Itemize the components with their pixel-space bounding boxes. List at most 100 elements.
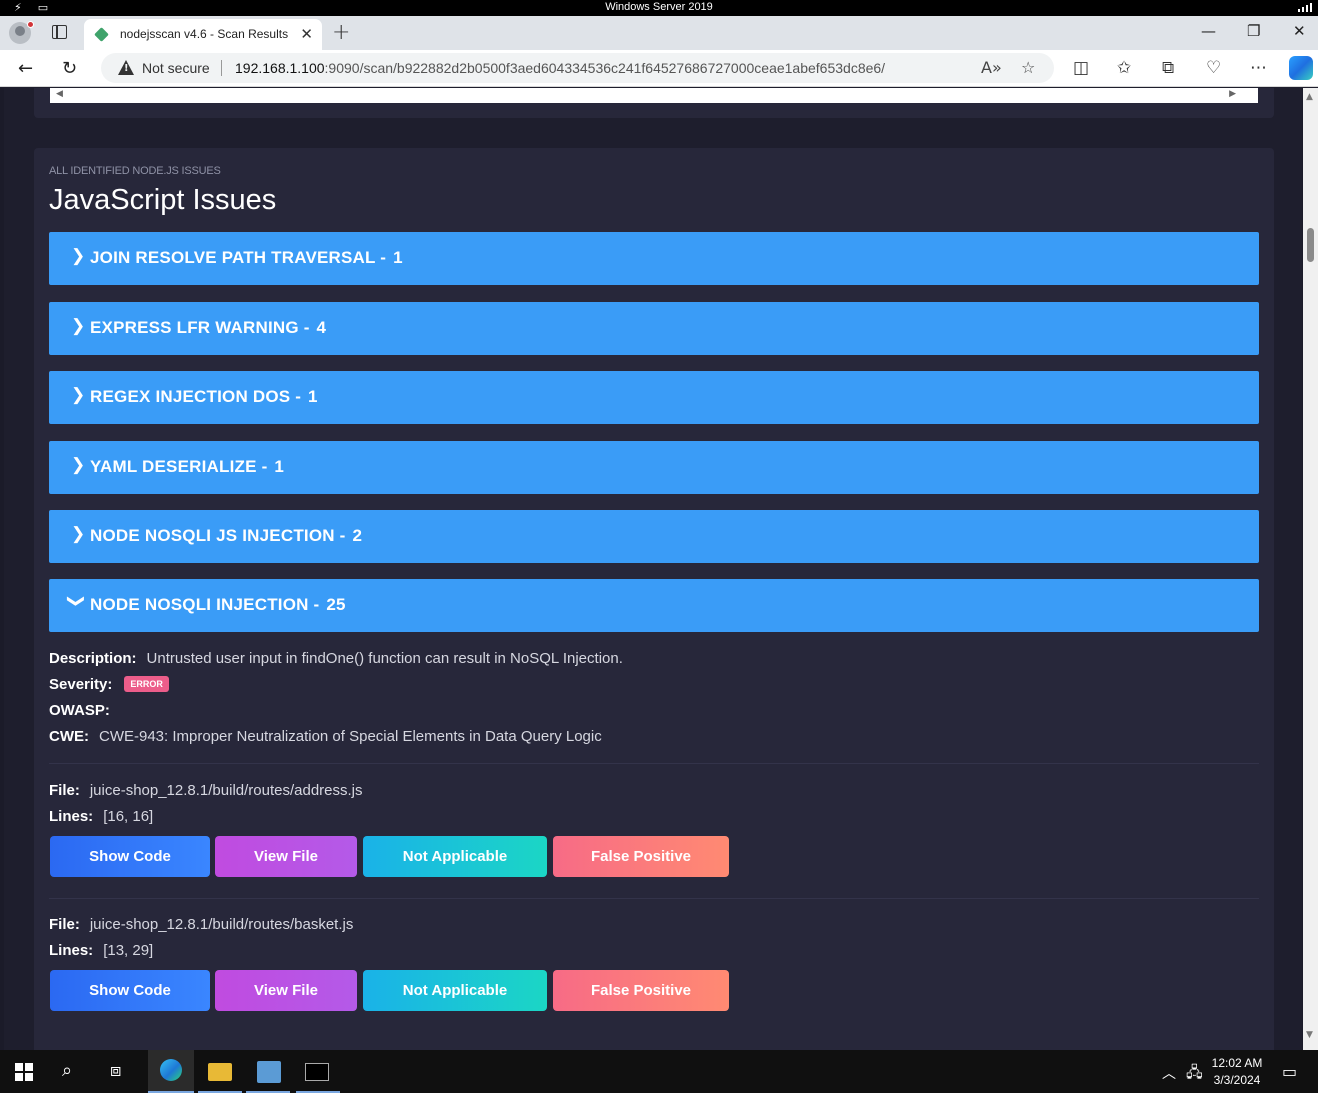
url-path: :9090/scan/b922882d2b0500f3aed604334536c… <box>324 60 886 76</box>
issue-count: 4 <box>316 318 327 337</box>
tab-title: nodejsscan v4.6 - Scan Results <box>120 27 289 41</box>
file-lines-row: Lines: [13, 29] <box>49 942 153 959</box>
rdp-title: Windows Server 2019 <box>605 1 713 13</box>
issue-count: 1 <box>393 248 403 267</box>
divider <box>49 898 1259 899</box>
file-path-row: File: juice-shop_12.8.1/build/routes/bask… <box>49 916 353 933</box>
file-lines-row: Lines: [16, 16] <box>49 808 153 825</box>
show-hidden-icons-icon[interactable]: ︿ <box>1162 1063 1176 1083</box>
split-screen-icon[interactable]: ◫ <box>1073 58 1089 78</box>
search-icon[interactable]: ⌕ <box>62 1060 72 1081</box>
chevron-right-icon: ❯ <box>71 524 86 544</box>
javascript-issues-card: ALL IDENTIFIED NODE.JS ISSUES JavaScript… <box>34 148 1274 1050</box>
refresh-icon[interactable]: ↻ <box>62 58 77 79</box>
not-applicable-button[interactable]: Not Applicable <box>363 836 547 877</box>
owasp-label: OWASP: <box>49 702 110 719</box>
false-positive-button[interactable]: False Positive <box>553 970 729 1011</box>
issue-accordion-join-resolve-path-traversal[interactable]: ❯ JOIN RESOLVE PATH TRAVERSAL - 1 <box>49 232 1259 285</box>
edge-browser-icon[interactable] <box>160 1059 182 1081</box>
rdp-connection-bar: ⚡ ▭ Windows Server 2019 <box>0 0 1318 16</box>
warning-icon[interactable] <box>118 60 134 75</box>
minimize-icon[interactable]: — <box>1201 22 1216 40</box>
scroll-up-icon[interactable]: ▲ <box>1306 92 1313 102</box>
lines-label: Lines: <box>49 942 94 959</box>
issue-accordion-node-nosqli-injection[interactable]: ❯ NODE NOSQLI INJECTION - 25 <box>49 579 1259 632</box>
network-icon[interactable]: 🖧 <box>1186 1062 1203 1087</box>
severity-label: Severity: <box>49 676 113 693</box>
file-path: juice-shop_12.8.1/build/routes/basket.js <box>89 916 354 933</box>
browser-tab-active[interactable]: nodejsscan v4.6 - Scan Results ✕ <box>84 19 322 50</box>
issue-accordion-node-nosqli-js-injection[interactable]: ❯ NODE NOSQLI JS INJECTION - 2 <box>49 510 1259 563</box>
file-lines: [16, 16] <box>103 808 154 825</box>
windows-taskbar: ⌕ ⧈ ︿ 🖧 12:02 AM 3/3/2024 ▭ <box>0 1050 1318 1093</box>
collections-icon[interactable]: ⧉ <box>1162 58 1174 78</box>
action-center-icon[interactable]: ▭ <box>1282 1062 1297 1081</box>
tab-close-icon[interactable]: ✕ <box>300 25 313 43</box>
command-prompt-icon[interactable] <box>305 1063 329 1081</box>
favorite-star-icon[interactable]: ☆ <box>1021 58 1035 77</box>
issue-count: 2 <box>352 526 363 545</box>
browser-essentials-icon[interactable]: ♡ <box>1206 58 1221 78</box>
view-file-button[interactable]: View File <box>215 970 357 1011</box>
horizontal-scrollbar[interactable]: ◀ ▶ <box>50 88 1258 103</box>
file-path-row: File: juice-shop_12.8.1/build/routes/addr… <box>49 782 363 799</box>
scrollbar-thumb[interactable] <box>1307 228 1314 262</box>
scroll-right-icon[interactable]: ▶ <box>1229 89 1236 99</box>
favorites-icon[interactable]: ✩ <box>1117 58 1131 78</box>
address-bar[interactable]: Not secure 192.168.1.100:9090/scan/b9228… <box>101 53 1054 83</box>
divider <box>49 763 1259 764</box>
file-explorer-icon[interactable] <box>208 1063 232 1081</box>
issue-accordion-regex-injection-dos[interactable]: ❯ REGEX INJECTION DOS - 1 <box>49 371 1259 424</box>
issue-name: REGEX INJECTION DOS <box>90 387 291 406</box>
chevron-down-icon: ❯ <box>66 593 87 609</box>
chevron-right-icon: ❯ <box>71 246 86 266</box>
lines-label: Lines: <box>49 808 94 825</box>
issue-count: 25 <box>326 595 346 614</box>
server-manager-icon[interactable] <box>257 1061 281 1083</box>
issue-severity-row: Severity: ERROR <box>49 676 169 693</box>
copilot-icon[interactable] <box>1289 56 1313 80</box>
issue-name: NODE NOSQLI INJECTION <box>90 595 309 614</box>
url-text[interactable]: 192.168.1.100:9090/scan/b922882d2b0500f3… <box>235 60 885 76</box>
read-aloud-icon[interactable]: A» <box>981 58 1002 77</box>
address-divider <box>221 60 222 76</box>
issue-accordion-express-lfr-warning[interactable]: ❯ EXPRESS LFR WARNING - 4 <box>49 302 1259 355</box>
task-view-icon[interactable]: ⧈ <box>110 1060 121 1081</box>
issue-description: Untrusted user input in findOne() functi… <box>146 650 623 667</box>
back-arrow-icon[interactable]: ← <box>18 58 33 79</box>
scroll-down-icon[interactable]: ▼ <box>1306 1030 1313 1040</box>
file-lines: [13, 29] <box>103 942 154 959</box>
nodejs-favicon-icon <box>94 27 109 42</box>
clock-time: 12:02 AM <box>1211 1056 1263 1070</box>
issue-count: 1 <box>274 457 285 476</box>
chevron-right-icon: ❯ <box>71 316 86 336</box>
more-options-icon[interactable]: ⋯ <box>1250 58 1267 78</box>
page-viewport: ◀ ▶ ALL IDENTIFIED NODE.JS ISSUES JavaSc… <box>0 88 1318 1050</box>
notification-dot <box>27 21 34 28</box>
chevron-right-icon: ❯ <box>71 385 86 405</box>
url-host: 192.168.1.100 <box>235 60 325 76</box>
scroll-left-icon[interactable]: ◀ <box>56 89 63 99</box>
new-tab-icon[interactable]: + <box>332 20 350 45</box>
issue-accordion-yaml-deserialize[interactable]: ❯ YAML DESERIALIZE - 1 <box>49 441 1259 494</box>
not-secure-label[interactable]: Not secure <box>142 60 210 76</box>
restore-icon[interactable]: ❐ <box>1247 22 1260 40</box>
issue-name: NODE NOSQLI JS INJECTION <box>90 526 335 545</box>
not-applicable-button[interactable]: Not Applicable <box>363 970 547 1011</box>
windows-start-icon[interactable] <box>15 1063 33 1081</box>
taskbar-clock[interactable]: 12:02 AM 3/3/2024 <box>1204 1055 1270 1089</box>
vertical-scrollbar[interactable]: ▲ ▼ <box>1303 88 1318 1050</box>
show-code-button[interactable]: Show Code <box>50 970 210 1011</box>
file-path: juice-shop_12.8.1/build/routes/address.j… <box>89 782 363 799</box>
section-subtitle: ALL IDENTIFIED NODE.JS ISSUES <box>49 165 221 177</box>
tab-actions-icon[interactable] <box>52 25 67 39</box>
false-positive-button[interactable]: False Positive <box>553 836 729 877</box>
file-label: File: <box>49 916 80 933</box>
show-code-button[interactable]: Show Code <box>50 836 210 877</box>
view-file-button[interactable]: View File <box>215 836 357 877</box>
browser-tab-strip: nodejsscan v4.6 - Scan Results ✕ + — ❐ ✕ <box>0 16 1318 50</box>
issue-count: 1 <box>308 387 318 406</box>
cwe-value: CWE-943: Improper Neutralization of Spec… <box>99 728 602 745</box>
issue-cwe-row: CWE: CWE-943: Improper Neutralization of … <box>49 728 602 745</box>
close-window-icon[interactable]: ✕ <box>1293 22 1306 40</box>
